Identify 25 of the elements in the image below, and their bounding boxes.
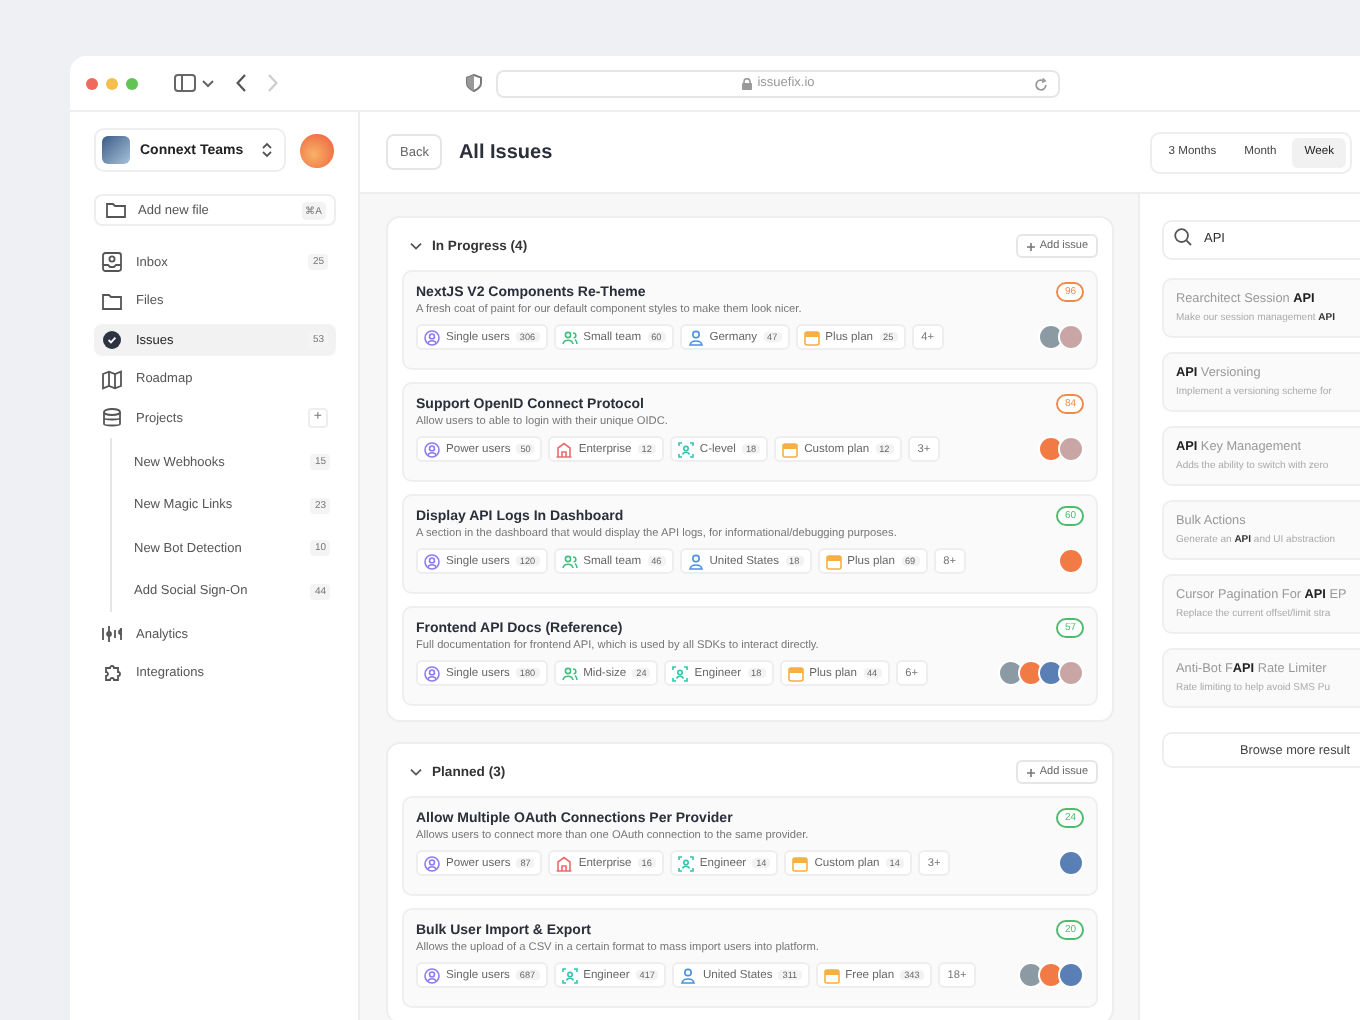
reload-icon[interactable] [1034,77,1048,91]
check-circle-icon [102,330,122,350]
folder-icon [106,202,126,218]
database-icon [102,408,122,428]
folder-icon [102,291,122,311]
plus-icon [1025,767,1036,777]
inbox-icon [102,252,122,272]
shield-icon[interactable] [466,74,482,92]
team-logo-placeholder [102,136,130,164]
map-icon [102,369,122,389]
chevron-icon[interactable] [410,766,422,778]
zoom-dot-icon[interactable] [126,77,138,89]
back-icon[interactable] [236,74,246,92]
chevron-icon[interactable] [410,240,422,252]
minimize-dot-icon[interactable] [106,77,118,89]
puzzle-icon [102,663,122,683]
updown-chevron-icon [262,142,273,158]
user-avatar[interactable] [300,133,334,167]
chevron-down-icon[interactable] [202,79,214,87]
close-dot-icon[interactable] [86,77,98,89]
plus-icon [1025,241,1036,251]
page-title: All Issues [458,141,555,163]
sidebar-toggle-icon[interactable] [174,74,196,92]
sliders-icon [102,624,122,644]
lock-icon [741,77,752,89]
